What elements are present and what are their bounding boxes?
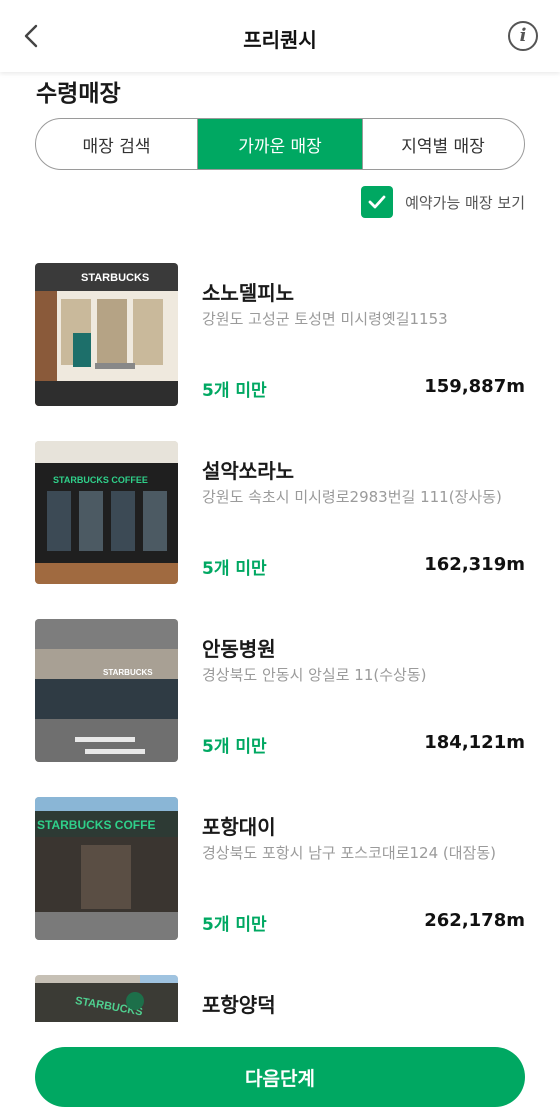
- store-address: 강원도 속초시 미시령로2983번길 111(장사동): [202, 488, 502, 506]
- store-sign-text: STARBUCKS: [103, 668, 153, 677]
- store-item[interactable]: STARBUCKS 소노델피노 강원도 고성군 토성면 미시령옛길1153 5개…: [35, 263, 525, 408]
- app-header: 프리퀀시 i: [0, 0, 560, 72]
- section-title: 수령매장: [36, 81, 121, 107]
- store-sign-text: STARBUCKS COFFE: [37, 818, 155, 832]
- store-item[interactable]: STARBUCKS COFFE 포항대이 경상북도 포항시 남구 포스코대로12…: [35, 797, 525, 942]
- store-name: 안동병원: [202, 637, 276, 661]
- tab-regional-stores[interactable]: 지역별 매장: [362, 119, 523, 169]
- store-name: 포항양덕: [202, 993, 276, 1017]
- store-stock: 5개 미만: [202, 737, 267, 757]
- tab-store-search[interactable]: 매장 검색: [36, 119, 198, 169]
- check-icon: [368, 195, 386, 209]
- store-sign-text: STARBUCKS: [81, 272, 149, 284]
- store-distance: 184,121m: [424, 732, 525, 753]
- reservable-filter[interactable]: 예약가능 매장 보기: [361, 186, 525, 218]
- store-distance: 162,319m: [424, 554, 525, 575]
- store-address: 경상북도 포항시 남구 포스코대로124 (대잠동): [202, 844, 497, 862]
- filter-label: 예약가능 매장 보기: [405, 193, 525, 212]
- store-distance: 262,178m: [424, 910, 525, 931]
- tab-nearby-stores[interactable]: 가까운 매장: [198, 119, 362, 169]
- store-item[interactable]: STARBUCKS COFFEE 설악쏘라노 강원도 속초시 미시령로2983번…: [35, 441, 525, 586]
- footer: 다음단계: [0, 1022, 560, 1111]
- info-icon[interactable]: i: [508, 21, 538, 51]
- store-stock: 5개 미만: [202, 559, 267, 579]
- store-photo: STARBUCKS: [35, 619, 178, 762]
- store-sign-text: STARBUCKS COFFEE: [53, 475, 148, 485]
- store-photo: STARBUCKS: [35, 263, 178, 406]
- store-stock: 5개 미만: [202, 381, 267, 401]
- store-name: 소노델피노: [202, 281, 294, 305]
- page-title: 프리퀀시: [243, 28, 317, 52]
- reservable-checkbox[interactable]: [361, 186, 394, 218]
- store-stock: 5개 미만: [202, 915, 267, 935]
- store-tabs: 매장 검색 가까운 매장 지역별 매장: [35, 118, 525, 170]
- store-photo: STARBUCKS COFFEE: [35, 441, 178, 584]
- store-distance: 159,887m: [424, 376, 525, 397]
- store-address: 경상북도 안동시 앙실로 11(수상동): [202, 666, 427, 684]
- store-address: 강원도 고성군 토성면 미시령옛길1153: [202, 310, 448, 328]
- store-photo: STARBUCKS COFFE: [35, 797, 178, 940]
- store-item[interactable]: STARBUCKS 안동병원 경상북도 안동시 앙실로 11(수상동) 5개 미…: [35, 619, 525, 764]
- store-name: 설악쏘라노: [202, 459, 294, 483]
- store-name: 포항대이: [202, 815, 276, 839]
- next-step-button[interactable]: 다음단계: [35, 1047, 525, 1107]
